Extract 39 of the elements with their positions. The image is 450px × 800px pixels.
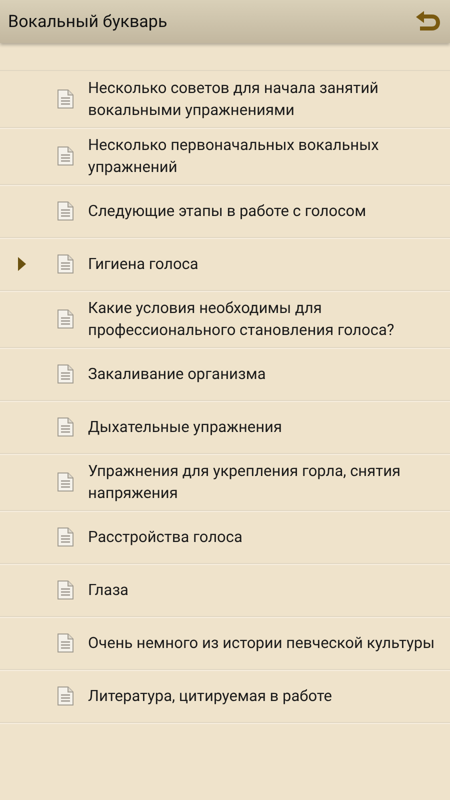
list-item[interactable]: Литература, цитируемая в работе [0, 670, 450, 723]
document-icon [57, 254, 74, 274]
document-icon [57, 686, 74, 706]
document-icon [57, 633, 74, 653]
list-item[interactable]: Несколько советов для начала занятий вокальными упражнениями [0, 71, 450, 128]
list-item[interactable]: Дыхательные упражнения [0, 401, 450, 454]
document-icon [57, 527, 74, 547]
list-item[interactable]: Упражнения для укрепления горла, снятия напряжения [0, 454, 450, 511]
document-icon [57, 201, 74, 221]
item-title: Очень немного из истории певческой культуры [88, 633, 436, 654]
item-title: Несколько советов для начала занятий вокальными упражнениями [88, 78, 380, 121]
list-item[interactable]: Расстройства голоса [0, 511, 450, 564]
list-item[interactable]: Несколько первоначальных вокальных упражнений [0, 128, 450, 185]
item-title: Закаливание организма [88, 364, 267, 385]
item-title: Несколько первоначальных вокальных упражнений [88, 135, 380, 178]
document-icon [57, 417, 74, 437]
list-item[interactable]: Гигиена голоса [0, 238, 450, 291]
list-item[interactable]: Очень немного из истории певческой культуры [0, 617, 450, 670]
document-icon [57, 146, 74, 166]
item-title: Следующие этапы в работе с голосом [88, 201, 368, 222]
document-icon [57, 580, 74, 600]
item-title: Литература, цитируемая в работе [88, 686, 333, 707]
item-title: Расстройства голоса [88, 527, 244, 548]
document-icon [57, 472, 74, 492]
document-icon [57, 364, 74, 384]
back-button[interactable] [414, 10, 442, 34]
item-title: Дыхательные упражнения [88, 417, 284, 438]
document-icon [57, 309, 74, 329]
item-title: Глаза [88, 580, 130, 601]
list-item[interactable]: Закаливание организма [0, 348, 450, 401]
back-icon [414, 10, 442, 34]
item-title: Гигиена голоса [88, 254, 200, 275]
list-item[interactable]: Следующие этапы в работе с голосом [0, 185, 450, 238]
app-title: Вокальный букварь [8, 12, 168, 32]
item-title: Упражнения для укрепления горла, снятия напряжения [88, 461, 402, 504]
list-item[interactable]: Глаза [0, 564, 450, 617]
item-title: Какие условия необходимы для профессионального становления голоса? [88, 298, 396, 341]
document-icon [57, 89, 74, 109]
list-item[interactable]: Какие условия необходимы для профессионального становления голоса? [0, 291, 450, 348]
